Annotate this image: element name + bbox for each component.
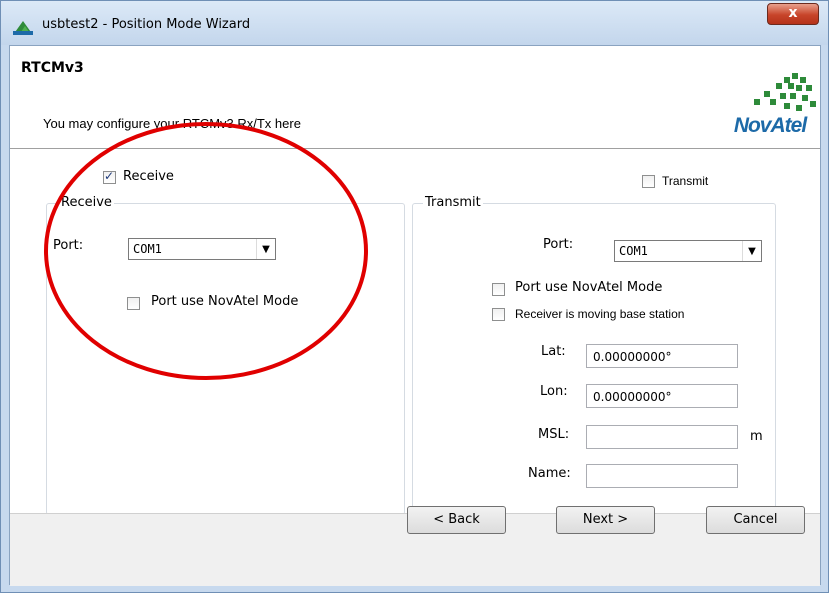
receive-novatel-mode-label: Port use NovAtel Mode xyxy=(151,294,299,309)
dropdown-arrow-icon: ▼ xyxy=(742,241,761,261)
receive-checkbox[interactable] xyxy=(103,169,116,184)
title-bar[interactable]: usbtest2 - Position Mode Wizard x xyxy=(1,1,828,45)
lon-label: Lon: xyxy=(540,384,568,399)
name-label: Name: xyxy=(528,466,571,481)
msl-input[interactable] xyxy=(586,425,738,449)
lat-label: Lat: xyxy=(541,344,566,359)
window-title: usbtest2 - Position Mode Wizard xyxy=(42,17,251,32)
lon-input[interactable]: 0.00000000° xyxy=(586,384,738,408)
receive-port-label: Port: xyxy=(53,238,84,253)
receive-group-legend: Receive xyxy=(59,195,114,210)
app-icon xyxy=(13,21,33,35)
lat-input[interactable]: 0.00000000° xyxy=(586,344,738,368)
moving-base-checkbox[interactable] xyxy=(492,308,505,321)
receive-port-value: COM1 xyxy=(133,242,162,256)
wizard-client-area: RTCMv3 You may configure your RTCMv3 Rx/… xyxy=(9,45,821,586)
back-button[interactable]: < Back xyxy=(407,506,506,534)
dropdown-arrow-icon: ▼ xyxy=(256,239,275,259)
name-input[interactable] xyxy=(586,464,738,488)
transmit-checkbox[interactable] xyxy=(642,175,655,188)
window-frame: usbtest2 - Position Mode Wizard x RTCMv3… xyxy=(0,0,829,593)
transmit-novatel-mode-label: Port use NovAtel Mode xyxy=(515,280,663,295)
receive-novatel-mode-checkbox[interactable] xyxy=(127,297,140,310)
page-subtitle: You may configure your RTCMv3 Rx/Tx here xyxy=(43,116,301,131)
close-button[interactable]: x xyxy=(767,3,819,25)
lat-value: 0.00000000° xyxy=(593,350,672,364)
transmit-novatel-mode-checkbox[interactable] xyxy=(492,283,505,296)
transmit-port-value: COM1 xyxy=(619,244,648,258)
cancel-button[interactable]: Cancel xyxy=(706,506,805,534)
page-title: RTCMv3 xyxy=(21,60,84,76)
msl-label: MSL: xyxy=(538,427,570,442)
close-icon: x xyxy=(788,5,798,21)
wizard-header: RTCMv3 You may configure your RTCMv3 Rx/… xyxy=(10,46,820,149)
receive-checkbox-label: Receive xyxy=(123,169,174,184)
msl-unit: m xyxy=(750,429,763,444)
lon-value: 0.00000000° xyxy=(593,390,672,404)
next-button[interactable]: Next > xyxy=(556,506,655,534)
transmit-port-select[interactable]: COM1 ▼ xyxy=(614,240,762,262)
transmit-checkbox-label: Transmit xyxy=(662,174,709,188)
receive-port-select[interactable]: COM1 ▼ xyxy=(128,238,276,260)
wizard-body: Receive Transmit Receive Port: COM1 ▼ Po… xyxy=(10,149,820,515)
transmit-port-label: Port: xyxy=(543,237,574,252)
moving-base-label: Receiver is moving base station xyxy=(515,307,685,321)
logo-wordmark: NovAtel xyxy=(733,114,807,137)
transmit-group-legend: Transmit xyxy=(423,195,483,210)
